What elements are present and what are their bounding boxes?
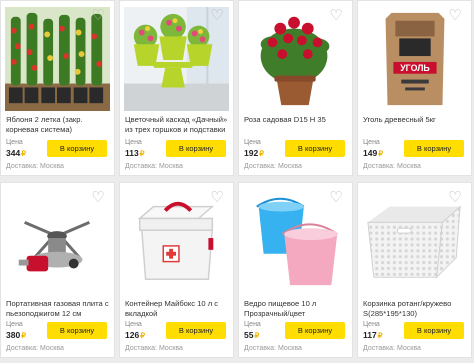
- price-label: Цена: [125, 321, 142, 328]
- add-to-cart-button[interactable]: В корзину: [404, 140, 464, 157]
- delivery-info: Доставка: Москва: [363, 345, 421, 352]
- favorite-heart-icon[interactable]: ♡: [447, 189, 463, 205]
- price-label: Цена: [363, 321, 380, 328]
- product-price: 344₽: [6, 148, 26, 158]
- add-to-cart-button[interactable]: В корзину: [285, 140, 345, 157]
- delivery-info: Доставка: Москва: [125, 345, 183, 352]
- price-label: Цена: [125, 139, 142, 146]
- product-card[interactable]: ♡ Ведро пищевое 10 л Прозрачный/цвет Цен…: [238, 182, 353, 358]
- ruble-icon: ₽: [254, 331, 260, 340]
- delivery-info: Доставка: Москва: [125, 163, 183, 170]
- product-card[interactable]: ♡ Корзинка ротанг/кружево S(285*195*130)…: [357, 182, 472, 358]
- product-title[interactable]: Портативная газовая плита с пьезоподжиго…: [6, 299, 110, 323]
- add-to-cart-button[interactable]: В корзину: [285, 322, 345, 339]
- product-price: 380₽: [6, 330, 26, 340]
- ruble-icon: ₽: [140, 331, 145, 340]
- ruble-icon: ₽: [139, 149, 145, 158]
- add-to-cart-button[interactable]: В корзину: [47, 322, 107, 339]
- price-label: Цена: [6, 321, 23, 328]
- price-label: Цена: [6, 139, 23, 146]
- ruble-icon: ₽: [21, 331, 26, 340]
- delivery-info: Доставка: Москва: [6, 163, 64, 170]
- favorite-heart-icon[interactable]: ♡: [447, 7, 463, 23]
- product-price: 192₽: [244, 148, 264, 158]
- product-card[interactable]: УГОЛЬ ♡ Уголь древесный 5кг Цена 149₽ В …: [357, 0, 472, 176]
- ruble-icon: ₽: [259, 149, 264, 158]
- favorite-heart-icon[interactable]: ♡: [90, 189, 106, 205]
- product-title[interactable]: Уголь древесный 5кг: [363, 115, 467, 139]
- add-to-cart-button[interactable]: В корзину: [404, 322, 464, 339]
- price-label: Цена: [244, 321, 261, 328]
- product-title[interactable]: Цветочный каскад «Дачный» из трех горшко…: [125, 115, 229, 139]
- product-card[interactable]: ♡ Портативная газовая плита с пьезоподжи…: [0, 182, 115, 358]
- favorite-heart-icon[interactable]: ♡: [328, 189, 344, 205]
- product-title[interactable]: Роза садовая D15 H 35: [244, 115, 348, 139]
- add-to-cart-button[interactable]: В корзину: [166, 140, 226, 157]
- ruble-icon: ₽: [21, 149, 26, 158]
- delivery-info: Доставка: Москва: [363, 163, 421, 170]
- favorite-heart-icon[interactable]: ♡: [209, 189, 225, 205]
- product-title[interactable]: Яблоня 2 летка (закр. корневая система): [6, 115, 110, 139]
- product-title[interactable]: Корзинка ротанг/кружево S(285*195*130): [363, 299, 467, 323]
- delivery-info: Доставка: Москва: [244, 163, 302, 170]
- product-title[interactable]: Контейнер Майбокс 10 л с вкладкой: [125, 299, 229, 323]
- price-label: Цена: [363, 139, 380, 146]
- product-price: 55₽: [244, 330, 260, 340]
- product-price: 113₽: [125, 148, 145, 158]
- delivery-info: Доставка: Москва: [6, 345, 64, 352]
- add-to-cart-button[interactable]: В корзину: [166, 322, 226, 339]
- product-card[interactable]: ♡ Контейнер Майбокс 10 л с вкладкой Цена…: [119, 182, 234, 358]
- product-grid: ♡ Яблоня 2 летка (закр. корневая система…: [0, 0, 474, 363]
- ruble-icon: ₽: [377, 331, 383, 340]
- favorite-heart-icon[interactable]: ♡: [209, 7, 225, 23]
- product-card[interactable]: ♡ Роза садовая D15 H 35 Цена 192₽ В корз…: [238, 0, 353, 176]
- delivery-info: Доставка: Москва: [244, 345, 302, 352]
- product-card[interactable]: ♡ Цветочный каскад «Дачный» из трех горш…: [119, 0, 234, 176]
- product-card[interactable]: ♡ Яблоня 2 летка (закр. корневая система…: [0, 0, 115, 176]
- product-price: 117₽: [363, 330, 383, 340]
- product-price: 126₽: [125, 330, 145, 340]
- ruble-icon: ₽: [378, 149, 383, 158]
- add-to-cart-button[interactable]: В корзину: [47, 140, 107, 157]
- favorite-heart-icon[interactable]: ♡: [90, 7, 106, 23]
- price-label: Цена: [244, 139, 261, 146]
- favorite-heart-icon[interactable]: ♡: [328, 7, 344, 23]
- product-price: 149₽: [363, 148, 383, 158]
- svg-text:УГОЛЬ: УГОЛЬ: [400, 63, 430, 73]
- product-title[interactable]: Ведро пищевое 10 л Прозрачный/цвет: [244, 299, 348, 323]
